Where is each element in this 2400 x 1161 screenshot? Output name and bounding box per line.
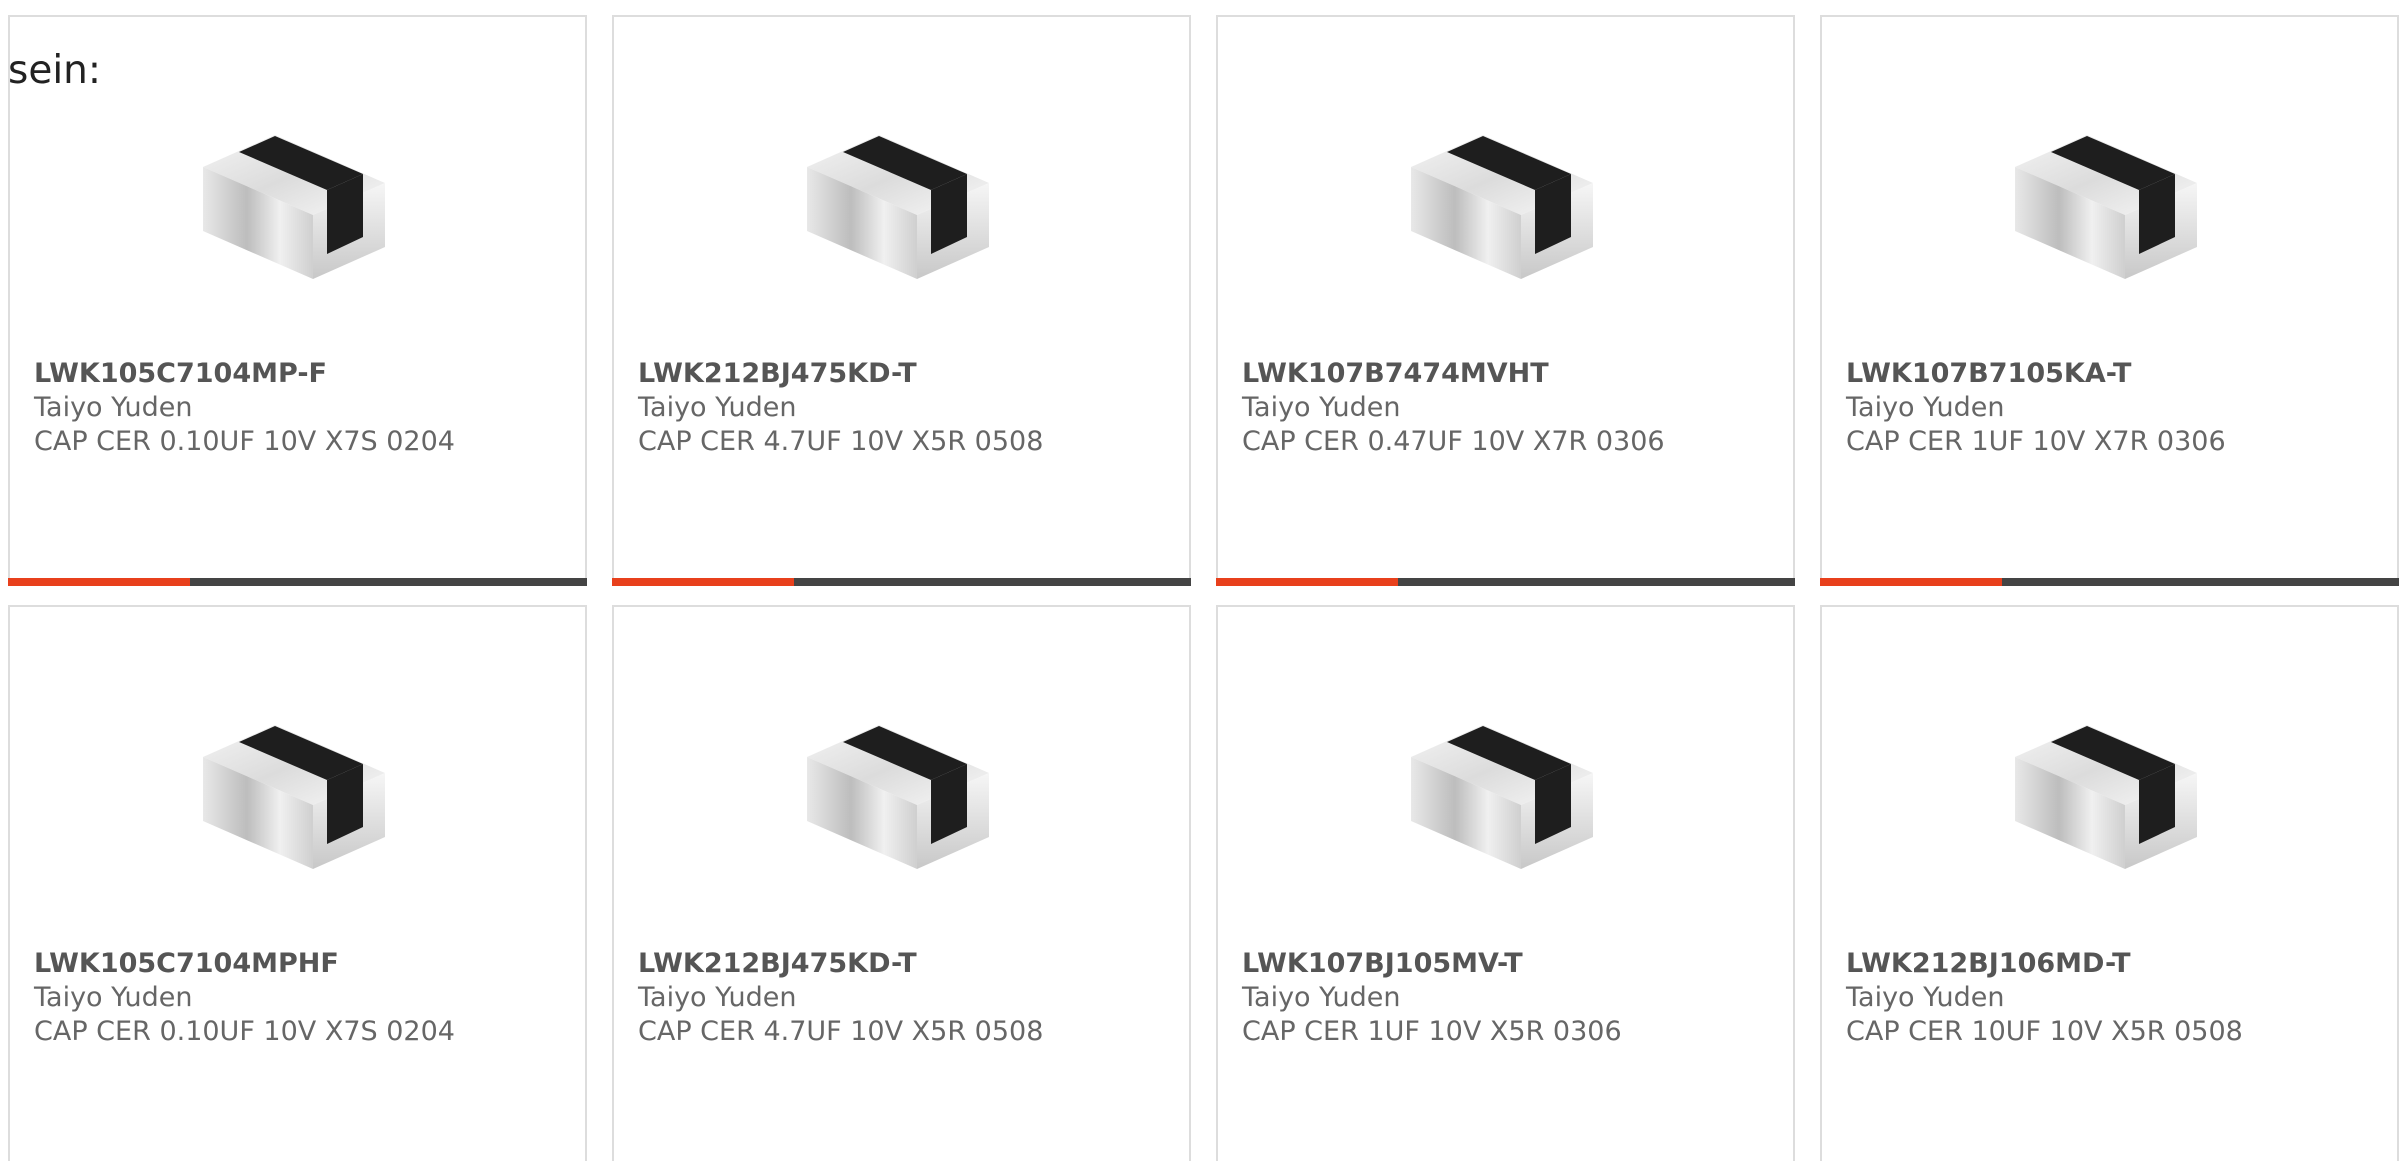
card-footer-bar: [1820, 578, 2399, 586]
manufacturer: Taiyo Yuden: [638, 392, 797, 423]
chip-capacitor-image: [2007, 97, 2207, 297]
card-footer-bar: [1216, 578, 1795, 586]
part-number: LWK107B7105KA-T: [1846, 358, 2132, 389]
product-card[interactable]: LWK212BJ106MD-T Taiyo Yuden CAP CER 10UF…: [1820, 605, 2399, 1161]
chip-capacitor-image: [799, 687, 999, 887]
manufacturer: Taiyo Yuden: [1242, 982, 1401, 1013]
product-card[interactable]: LWK107B7105KA-T Taiyo Yuden CAP CER 1UF …: [1820, 15, 2399, 586]
manufacturer: Taiyo Yuden: [1846, 982, 2005, 1013]
manufacturer: Taiyo Yuden: [34, 982, 193, 1013]
product-description: CAP CER 0.47UF 10V X7R 0306: [1242, 426, 1665, 457]
chip-capacitor-icon: [2015, 135, 2197, 279]
product-card[interactable]: LWK107BJ105MV-T Taiyo Yuden CAP CER 1UF …: [1216, 605, 1795, 1161]
chip-capacitor-image: [195, 687, 395, 887]
part-number: LWK105C7104MP-F: [34, 358, 327, 389]
card-accent: [1820, 578, 2002, 586]
product-description: CAP CER 10UF 10V X5R 0508: [1846, 1016, 2243, 1047]
page: sein: LWK105C7104MP-F Taiyo Yuden CAP CE…: [0, 0, 2400, 1161]
product-card[interactable]: LWK212BJ475KD-T Taiyo Yuden CAP CER 4.7U…: [612, 605, 1191, 1161]
chip-capacitor-image: [1403, 687, 1603, 887]
chip-capacitor-image: [2007, 687, 2207, 887]
chip-capacitor-icon: [1411, 725, 1593, 869]
chip-capacitor-icon: [807, 135, 989, 279]
card-footer-bar: [612, 578, 1191, 586]
chip-capacitor-image: [1403, 97, 1603, 297]
part-number: LWK212BJ106MD-T: [1846, 948, 2131, 979]
part-number: LWK107BJ105MV-T: [1242, 948, 1523, 979]
part-number: LWK212BJ475KD-T: [638, 948, 917, 979]
chip-capacitor-icon: [2015, 725, 2197, 869]
product-card[interactable]: LWK212BJ475KD-T Taiyo Yuden CAP CER 4.7U…: [612, 15, 1191, 586]
product-card[interactable]: LWK107B7474MVHT Taiyo Yuden CAP CER 0.47…: [1216, 15, 1795, 586]
product-description: CAP CER 1UF 10V X7R 0306: [1846, 426, 2226, 457]
card-accent: [1216, 578, 1398, 586]
product-description: CAP CER 0.10UF 10V X7S 0204: [34, 426, 455, 457]
product-grid: LWK105C7104MP-F Taiyo Yuden CAP CER 0.10…: [8, 15, 2400, 1161]
card-accent: [612, 578, 794, 586]
chip-capacitor-icon: [203, 725, 385, 869]
chip-capacitor-image: [195, 97, 395, 297]
product-card[interactable]: LWK105C7104MP-F Taiyo Yuden CAP CER 0.10…: [8, 15, 587, 586]
part-number: LWK105C7104MPHF: [34, 948, 339, 979]
product-card[interactable]: LWK105C7104MPHF Taiyo Yuden CAP CER 0.10…: [8, 605, 587, 1161]
manufacturer: Taiyo Yuden: [1846, 392, 2005, 423]
product-description: CAP CER 4.7UF 10V X5R 0508: [638, 426, 1044, 457]
product-description: CAP CER 4.7UF 10V X5R 0508: [638, 1016, 1044, 1047]
manufacturer: Taiyo Yuden: [638, 982, 797, 1013]
chip-capacitor-icon: [1411, 135, 1593, 279]
chip-capacitor-icon: [807, 725, 989, 869]
product-description: CAP CER 0.10UF 10V X7S 0204: [34, 1016, 455, 1047]
chip-capacitor-icon: [203, 135, 385, 279]
intro-text: sein:: [8, 48, 102, 93]
card-accent: [8, 578, 190, 586]
chip-capacitor-image: [799, 97, 999, 297]
manufacturer: Taiyo Yuden: [34, 392, 193, 423]
part-number: LWK212BJ475KD-T: [638, 358, 917, 389]
part-number: LWK107B7474MVHT: [1242, 358, 1549, 389]
product-description: CAP CER 1UF 10V X5R 0306: [1242, 1016, 1622, 1047]
card-footer-bar: [8, 578, 587, 586]
manufacturer: Taiyo Yuden: [1242, 392, 1401, 423]
